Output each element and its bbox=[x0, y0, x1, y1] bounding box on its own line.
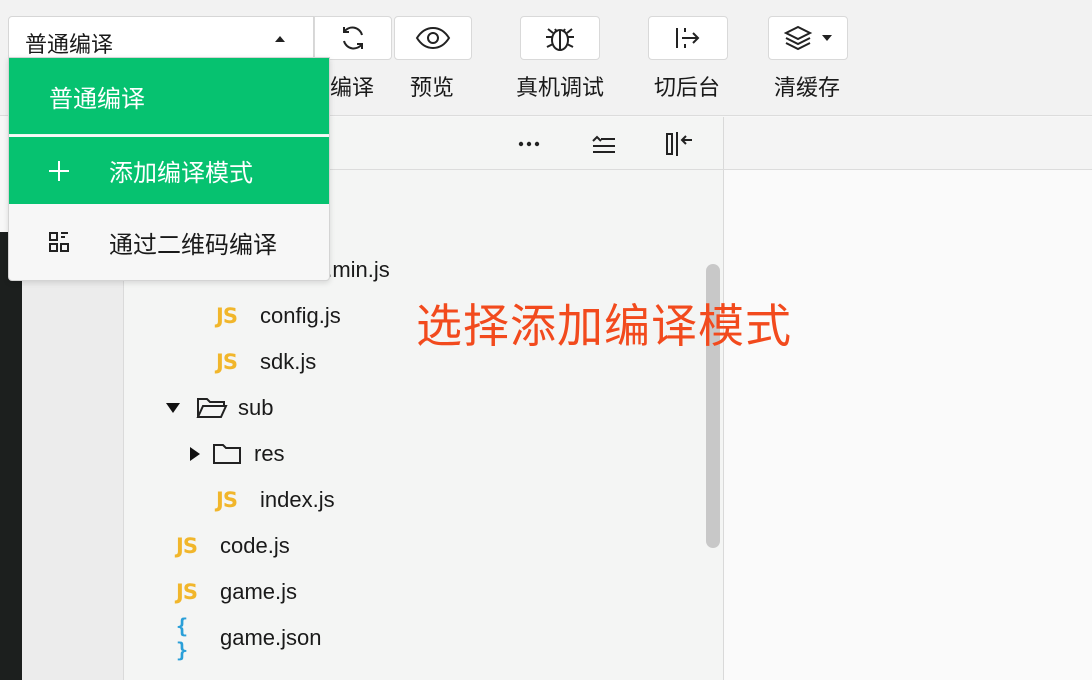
switch-background-icon bbox=[676, 28, 700, 48]
folder-open-icon bbox=[196, 398, 228, 418]
annotation-text: 选择添加编译模式 bbox=[416, 300, 792, 352]
list-item[interactable]: res bbox=[190, 439, 285, 469]
file-name: index.js bbox=[260, 487, 335, 512]
compile-label: 编译 bbox=[329, 75, 374, 100]
dropdown-item-label: 普通编译 bbox=[49, 85, 145, 113]
list-item[interactable]: { } game.json bbox=[176, 614, 322, 662]
simulator-edge bbox=[0, 232, 22, 680]
caret-down-icon bbox=[822, 35, 832, 41]
remote-debug-label: 真机调试 bbox=[515, 75, 604, 100]
dropdown-item-normal-compile[interactable]: 普通编译 bbox=[9, 58, 329, 135]
eye-icon bbox=[415, 26, 451, 50]
collapse-all-icon[interactable] bbox=[589, 129, 619, 159]
collapse-panel-icon[interactable] bbox=[664, 129, 694, 159]
bug-icon bbox=[546, 28, 574, 51]
dropdown-item-label: 通过二维码编译 bbox=[109, 231, 277, 259]
refresh-icon bbox=[343, 26, 363, 50]
compile-mode-select[interactable]: 普通编译 bbox=[8, 16, 314, 60]
file-name: code.js bbox=[220, 533, 290, 558]
file-name: game.js bbox=[220, 579, 298, 604]
compile-button[interactable] bbox=[314, 16, 392, 60]
list-item[interactable]: JS index.js bbox=[216, 485, 335, 515]
folder-name: sub bbox=[238, 395, 274, 420]
js-file-icon: JS bbox=[216, 304, 238, 328]
dropdown-item-add-compile-mode[interactable]: 添加编译模式 bbox=[9, 137, 329, 204]
more-icon[interactable] bbox=[514, 129, 544, 159]
dropdown-item-qrcode-compile[interactable]: 通过二维码编译 bbox=[9, 204, 329, 280]
remote-debug-button[interactable] bbox=[520, 16, 600, 60]
compile-mode-value: 普通编译 bbox=[25, 32, 114, 57]
list-item[interactable]: JS game.js bbox=[176, 577, 297, 607]
expanded-arrow-icon bbox=[166, 403, 180, 413]
editor-panel bbox=[724, 117, 1092, 680]
file-name: sdk.js bbox=[260, 349, 317, 374]
json-file-icon: { } bbox=[176, 614, 189, 662]
file-name: game.json bbox=[220, 625, 322, 650]
js-file-icon: JS bbox=[176, 580, 198, 604]
list-item[interactable]: sub bbox=[166, 393, 273, 423]
switch-background-label: 切后台 bbox=[653, 75, 720, 100]
js-file-icon: JS bbox=[216, 350, 238, 374]
clear-cache-label: 清缓存 bbox=[773, 75, 840, 100]
folder-icon bbox=[213, 444, 241, 464]
folder-name: res bbox=[254, 441, 285, 466]
collapsed-arrow-icon bbox=[190, 447, 200, 461]
list-item[interactable]: JS config.js bbox=[216, 301, 341, 331]
qrcode-icon bbox=[9, 231, 109, 253]
preview-button[interactable] bbox=[394, 16, 472, 60]
list-item[interactable]: JS sdk.js bbox=[216, 347, 316, 377]
layers-icon bbox=[784, 25, 813, 51]
js-file-icon: JS bbox=[176, 534, 198, 558]
switch-background-button[interactable] bbox=[648, 16, 728, 60]
clear-cache-button[interactable] bbox=[768, 16, 848, 60]
editor-header bbox=[724, 117, 1092, 170]
file-name: config.js bbox=[260, 303, 341, 328]
js-file-icon: JS bbox=[216, 488, 238, 512]
caret-up-icon bbox=[275, 36, 285, 42]
plus-icon bbox=[9, 159, 109, 183]
compile-mode-dropdown: 普通编译 添加编译模式 通过二维码编译 bbox=[8, 57, 330, 281]
dropdown-item-label: 添加编译模式 bbox=[109, 160, 253, 187]
list-item[interactable]: JS code.js bbox=[176, 531, 290, 561]
preview-label: 预览 bbox=[409, 75, 454, 100]
